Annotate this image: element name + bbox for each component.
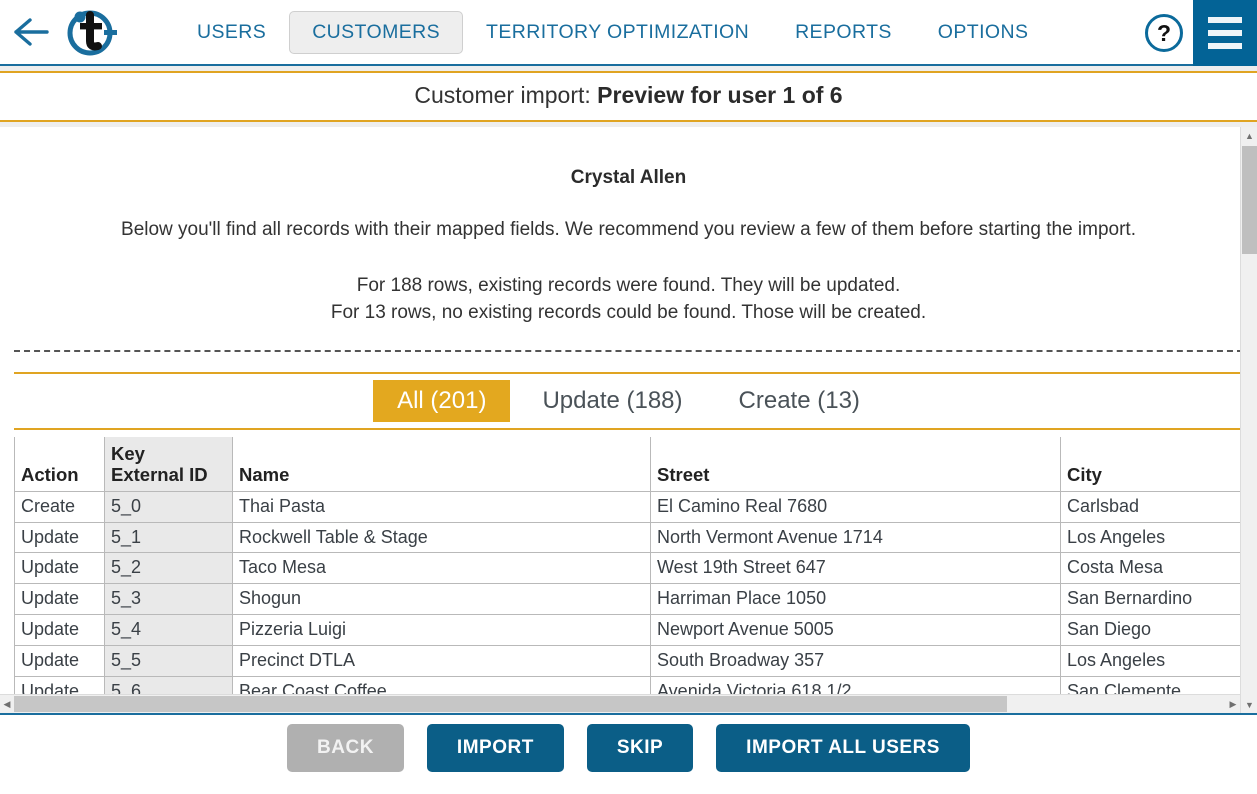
table-row[interactable]: Update 5_4 Pizzeria Luigi Newport Avenue 50… xyxy=(14,614,1257,646)
import-summary: For 188 rows, existing records were foun… xyxy=(14,241,1243,327)
intro-text: Below you'll find all records with their… xyxy=(121,219,1136,240)
scroll-left-arrow-icon[interactable]: ◀ xyxy=(0,695,14,713)
cell-action: Create xyxy=(14,490,105,523)
page-title-emphasis: Preview for user 1 of 6 xyxy=(597,82,843,108)
nav-item-territory-optimization[interactable]: TERRITORY OPTIMIZATION xyxy=(463,11,772,54)
nav-right-group: ? xyxy=(1135,0,1257,66)
cell-name: Pizzeria Luigi xyxy=(232,614,651,646)
cell-action: Update xyxy=(14,521,105,554)
vertical-scrollbar[interactable]: ▲ ▼ xyxy=(1240,127,1257,713)
column-header-city[interactable]: City xyxy=(1060,436,1257,492)
cell-city: San Bernardino xyxy=(1060,583,1257,616)
cell-street: North Vermont Avenue 1714 xyxy=(650,521,1061,554)
nav-item-customers[interactable]: CUSTOMERS xyxy=(289,10,464,54)
import-preview-content: Crystal Allen Below you'll find all reco… xyxy=(0,127,1257,708)
tab-create[interactable]: Create (13) xyxy=(715,380,884,422)
cell-city: Los Angeles xyxy=(1060,644,1257,677)
question-mark-icon[interactable]: ? xyxy=(1135,0,1193,66)
column-header-key-external-id[interactable]: Key External ID xyxy=(104,436,233,492)
cell-city: Carlsbad xyxy=(1060,490,1257,523)
user-name-heading: Crystal Allen xyxy=(570,167,687,188)
cell-action: Update xyxy=(14,552,105,585)
table-row[interactable]: Update 5_5 Precinct DTLA South Broadway 357… xyxy=(14,644,1257,677)
hamburger-bar-3 xyxy=(1208,43,1242,49)
cell-street: Harriman Place 1050 xyxy=(650,583,1061,616)
import-preview-panel: Crystal Allen Below you'll find all reco… xyxy=(0,127,1257,715)
svg-text:?: ? xyxy=(1157,20,1171,46)
cell-key: 5_0 xyxy=(104,490,233,523)
horizontal-scrollbar[interactable]: ◀ ▶ xyxy=(0,694,1240,713)
table-row[interactable]: Update 5_1 Rockwell Table & Stage North Ver… xyxy=(14,521,1257,554)
column-header-key-line2: External ID xyxy=(111,464,208,486)
back-button[interactable]: BACK xyxy=(287,724,404,772)
cell-key: 5_4 xyxy=(104,614,233,646)
back-arrow-icon[interactable] xyxy=(0,0,62,65)
column-header-key-line1: Key xyxy=(111,442,145,464)
table-row[interactable]: Update 5_3 Shogun Harriman Place 1050 San Be… xyxy=(14,583,1257,616)
vertical-scroll-thumb[interactable] xyxy=(1242,146,1257,254)
scroll-down-arrow-icon[interactable]: ▼ xyxy=(1241,696,1257,713)
hamburger-bar-1 xyxy=(1208,17,1242,23)
cell-name: Thai Pasta xyxy=(232,490,651,523)
column-header-action[interactable]: Action xyxy=(14,436,105,492)
summary-line-update: For 188 rows, existing records were foun… xyxy=(356,275,901,296)
filter-tabs: All (201) Update (188) Create (13) xyxy=(14,371,1243,430)
nav-item-reports[interactable]: REPORTS xyxy=(772,11,915,54)
scroll-right-arrow-icon[interactable]: ▶ xyxy=(1226,695,1240,713)
cell-action: Update xyxy=(14,644,105,677)
page-title-prefix: Customer import: xyxy=(414,82,598,108)
import-all-users-button[interactable]: IMPORT ALL USERS xyxy=(716,724,970,772)
dashed-divider xyxy=(14,349,1243,352)
horizontal-scroll-thumb[interactable] xyxy=(14,696,1007,712)
page-title: Customer import: Preview for user 1 of 6 xyxy=(0,71,1257,122)
cell-street: El Camino Real 7680 xyxy=(650,490,1061,523)
top-navigation-bar: USERS CUSTOMERS TERRITORY OPTIMIZATION R… xyxy=(0,0,1257,66)
cell-street: South Broadway 357 xyxy=(650,644,1061,677)
cell-key: 5_5 xyxy=(104,644,233,677)
cell-key: 5_2 xyxy=(104,552,233,585)
table-row[interactable]: Create 5_0 Thai Pasta El Camino Real 7680 Ca… xyxy=(14,490,1257,523)
cell-name: Taco Mesa xyxy=(232,552,651,585)
brand-t-logo[interactable] xyxy=(62,4,118,60)
main-nav: USERS CUSTOMERS TERRITORY OPTIMIZATION R… xyxy=(174,10,1052,54)
column-header-name[interactable]: Name xyxy=(232,436,651,492)
cell-name: Shogun xyxy=(232,583,651,616)
table-row[interactable]: Update 5_2 Taco Mesa West 19th Street 647 Co… xyxy=(14,552,1257,585)
cell-key: 5_3 xyxy=(104,583,233,616)
skip-button[interactable]: SKIP xyxy=(586,724,694,772)
import-button[interactable]: IMPORT xyxy=(426,724,564,772)
hamburger-menu-icon[interactable] xyxy=(1193,0,1257,66)
cell-key: 5_1 xyxy=(104,521,233,554)
footer-action-bar: BACK IMPORT SKIP IMPORT ALL USERS xyxy=(0,715,1257,781)
page-title-wrapper: Customer import: Preview for user 1 of 6 xyxy=(0,66,1257,127)
cell-street: West 19th Street 647 xyxy=(650,552,1061,585)
summary-line-create: For 13 rows, no existing records could b… xyxy=(330,301,927,323)
column-header-street[interactable]: Street xyxy=(650,436,1061,492)
cell-city: Los Angeles xyxy=(1060,521,1257,554)
cell-street: Newport Avenue 5005 xyxy=(650,614,1061,646)
cell-name: Rockwell Table & Stage xyxy=(232,521,651,554)
preview-table: Action Key External ID Name Street City … xyxy=(14,436,1257,708)
table-header-row: Action Key External ID Name Street City xyxy=(14,436,1257,492)
scroll-up-arrow-icon[interactable]: ▲ xyxy=(1241,127,1257,144)
hamburger-bar-2 xyxy=(1208,30,1242,36)
cell-name: Precinct DTLA xyxy=(232,644,651,677)
preview-table-scroll-area[interactable]: Action Key External ID Name Street City … xyxy=(14,436,1257,708)
cell-action: Update xyxy=(14,583,105,616)
tab-all[interactable]: All (201) xyxy=(373,379,511,422)
nav-item-options[interactable]: OPTIONS xyxy=(915,11,1052,54)
cell-city: San Diego xyxy=(1060,614,1257,646)
nav-item-users[interactable]: USERS xyxy=(174,11,289,54)
cell-city: Costa Mesa xyxy=(1060,552,1257,585)
table-body: Create 5_0 Thai Pasta El Camino Real 7680 Ca… xyxy=(14,490,1257,708)
cell-action: Update xyxy=(14,614,105,646)
tab-update[interactable]: Update (188) xyxy=(518,380,706,422)
